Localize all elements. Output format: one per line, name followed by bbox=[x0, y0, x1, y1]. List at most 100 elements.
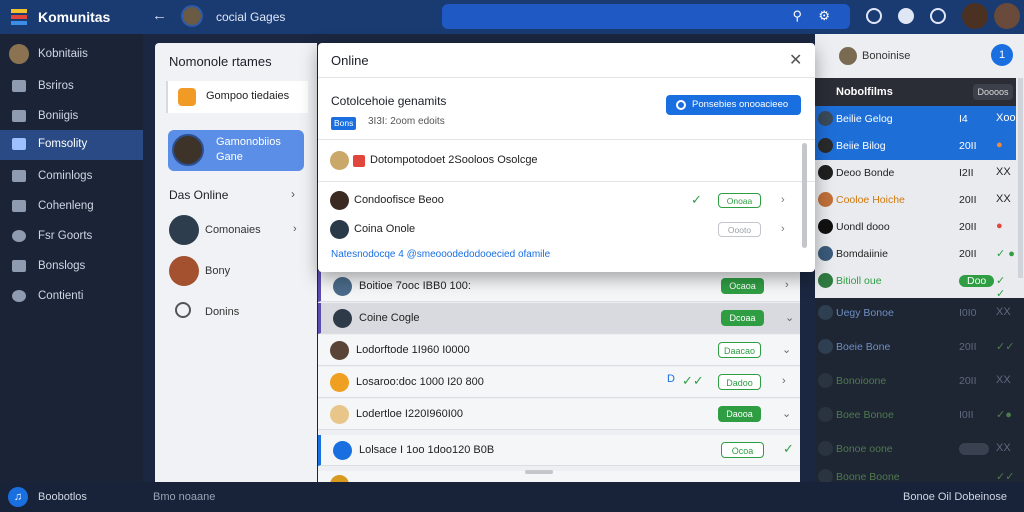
user-avatar[interactable] bbox=[962, 3, 988, 29]
app-title: Komunitas bbox=[38, 9, 111, 25]
member-status: ● bbox=[996, 139, 1003, 151]
list-item[interactable]: Bomdaiinie 20II ✓ ● bbox=[815, 241, 1016, 268]
group-avatar[interactable] bbox=[181, 5, 203, 27]
sidebar-item-1[interactable]: Bsriros bbox=[0, 72, 143, 102]
avatar bbox=[330, 405, 349, 424]
avatar bbox=[818, 407, 833, 422]
status-badge[interactable]: Oooto bbox=[718, 222, 761, 237]
member-status: XX bbox=[996, 306, 1011, 318]
sidebar-item-7[interactable]: Bonslogs bbox=[0, 252, 143, 282]
list-item[interactable]: Boee Bonoe I0II ✓● bbox=[815, 402, 1016, 429]
scrollbar[interactable] bbox=[1018, 78, 1023, 278]
list-item[interactable]: Condoofisce Beoo ✓ Onoaa › bbox=[330, 189, 800, 213]
sidebar-item-8[interactable]: Contienti bbox=[0, 282, 143, 312]
chevron-right-icon[interactable]: › bbox=[291, 187, 295, 201]
chevron-right-icon[interactable]: › bbox=[782, 375, 786, 387]
list-item[interactable]: Coina Onole Oooto › bbox=[330, 218, 800, 242]
status-badge[interactable]: Onoaa bbox=[718, 193, 761, 208]
chevron-right-icon[interactable]: › bbox=[785, 279, 789, 291]
member-value: 20II bbox=[959, 194, 977, 206]
member-value bbox=[959, 443, 989, 455]
section-title[interactable]: Das Online bbox=[169, 188, 228, 202]
folder-icon bbox=[178, 88, 196, 106]
list-item[interactable]: Deoo Bonde I2II XX bbox=[815, 160, 1016, 187]
list-item[interactable]: Dotompotodoet 2Sooloos Osolcge bbox=[330, 149, 800, 173]
list-item[interactable]: Uegy Bonoe I0I0 XX bbox=[815, 300, 1016, 327]
chevron-right-icon[interactable]: › bbox=[781, 194, 785, 206]
list-item[interactable]: Bonoioone 20II XX bbox=[815, 368, 1016, 395]
sidebar-item-community[interactable]: Fomsolity bbox=[0, 130, 143, 160]
leaderboard: Nobolfilms Doooos Beilie Gelog I4 Xoo Be… bbox=[815, 78, 1024, 300]
list-item[interactable]: Beilie Gelog I4 Xoo bbox=[815, 106, 1016, 133]
status-badge[interactable]: Ocoa bbox=[721, 442, 764, 458]
avatar bbox=[818, 111, 833, 126]
check-icon: ✓ bbox=[783, 441, 794, 456]
search-input[interactable]: Bonoinise bbox=[862, 50, 910, 62]
scrollbar-handle[interactable] bbox=[802, 143, 807, 248]
sidebar-item-2[interactable]: Boniigis bbox=[0, 102, 143, 132]
status-badge[interactable]: Ocaoa bbox=[721, 278, 764, 294]
list-item[interactable]: Cooloe Hoiche 20II XX bbox=[815, 187, 1016, 214]
selected-group[interactable]: Gamonobiios Gane bbox=[168, 130, 304, 171]
chevron-right-icon[interactable]: › bbox=[781, 223, 785, 235]
list-item[interactable]: Uondl dooo 20II ● bbox=[815, 214, 1016, 241]
selected-group-sub: Gane bbox=[216, 151, 243, 163]
table-row[interactable]: Lodertloe I220I960I00 Daooa ⌄ bbox=[318, 399, 800, 430]
table-row[interactable]: Coine Cogle Dcoaa ⌄ bbox=[318, 303, 800, 334]
member-name: Beilie Gelog bbox=[836, 113, 893, 125]
status-badge[interactable]: Dcoaa bbox=[721, 310, 764, 326]
chat-icon[interactable] bbox=[898, 8, 914, 24]
table-row[interactable]: Losaroo:doc 1000 I20 800 D ✓✓ Dadoo › bbox=[318, 367, 800, 398]
list-item[interactable]: Beiie Bilog 20II ● bbox=[815, 133, 1016, 160]
status-label: Boobotlos bbox=[38, 491, 87, 503]
list-item[interactable]: Bony bbox=[169, 256, 309, 288]
member-name: Uondl dooo bbox=[836, 221, 890, 233]
list-item[interactable]: Bitioll oue Doo ✓ ✓ bbox=[815, 268, 1016, 300]
status-badge[interactable]: Dadoo bbox=[718, 374, 761, 390]
search-icon[interactable]: ⚲ bbox=[792, 8, 802, 24]
sidebar-item-4[interactable]: Cominlogs bbox=[0, 162, 143, 192]
avatar bbox=[818, 138, 833, 153]
primary-action-button[interactable]: Ponsebies onooacieeo bbox=[666, 95, 801, 115]
member-name: Boeie Bone bbox=[836, 341, 891, 353]
list-item[interactable]: Boeie Bone 20II ✓✓ bbox=[815, 334, 1016, 361]
help-icon[interactable] bbox=[930, 8, 946, 24]
sidebar-item-6[interactable]: Fsr Goorts bbox=[0, 222, 143, 252]
chevron-down-icon[interactable]: ⌄ bbox=[782, 407, 791, 420]
group-name[interactable]: cocial Gages bbox=[216, 10, 285, 24]
sidebar-item-label: Cohenleng bbox=[38, 200, 94, 212]
group-card[interactable]: Gompoo tiedaies bbox=[166, 81, 308, 113]
list-item[interactable]: Bonoe oone XX bbox=[815, 436, 1016, 463]
status-badge[interactable]: Daacao bbox=[718, 342, 761, 358]
member-value: 20II bbox=[959, 341, 977, 353]
chevron-down-icon[interactable]: ⌄ bbox=[785, 311, 794, 324]
avatar bbox=[818, 192, 833, 207]
info-button[interactable]: 1 bbox=[991, 44, 1013, 66]
list-item[interactable]: Comonaies › bbox=[169, 215, 309, 247]
search-bar[interactable]: ⚲ ⚙ bbox=[442, 4, 850, 29]
smile-icon[interactable] bbox=[866, 8, 882, 24]
table-row[interactable]: Lodorftode 1I960 I0000 Daacao ⌄ bbox=[318, 335, 800, 366]
table-row[interactable]: Boitioe 7ooc IBB0 100: Ocaoa › bbox=[318, 271, 800, 302]
status-badge[interactable]: Daooa bbox=[718, 406, 761, 422]
scrollbar-handle[interactable] bbox=[525, 470, 553, 474]
primary-action-label: Ponsebies onooacieeo bbox=[692, 99, 789, 110]
settings-icon[interactable]: ⚙ bbox=[818, 8, 830, 24]
chevron-down-icon[interactable]: ⌄ bbox=[782, 343, 791, 356]
music-icon[interactable]: ♫ bbox=[8, 487, 28, 507]
filter-tag[interactable]: Doooos bbox=[973, 84, 1013, 100]
user-avatar-2[interactable] bbox=[994, 3, 1020, 29]
sidebar-item-profile[interactable]: Kobnitaiis bbox=[0, 40, 143, 70]
globe-icon bbox=[12, 230, 26, 242]
list-item[interactable]: Donins bbox=[169, 297, 309, 329]
table-row[interactable]: Lolsace I 1oo 1doo120 B0B Ocoa ✓ bbox=[318, 435, 800, 466]
member-search[interactable]: Bonoinise 1 bbox=[815, 34, 1024, 78]
member-value: 20II bbox=[959, 140, 977, 152]
invite-link[interactable]: Natesnodocqe 4 @smeooodedodooecied ofami… bbox=[331, 249, 550, 260]
avatar bbox=[839, 47, 857, 65]
arrow-left-icon[interactable]: ← bbox=[152, 7, 167, 24]
sidebar-item-5[interactable]: Cohenleng bbox=[0, 192, 143, 222]
sidebar-item-label: Contienti bbox=[38, 290, 84, 302]
check-icon: ✓ bbox=[691, 192, 702, 207]
close-icon[interactable]: ✕ bbox=[789, 50, 802, 70]
